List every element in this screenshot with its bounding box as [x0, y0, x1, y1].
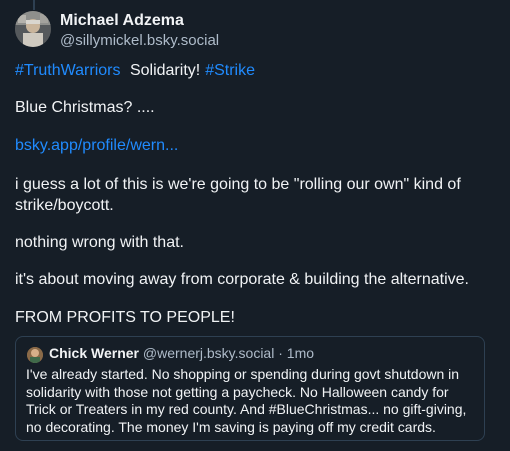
- quoted-separator: ·: [278, 345, 283, 361]
- post-line-moving-away: it's about moving away from corporate & …: [15, 271, 469, 288]
- hashtag-strike[interactable]: #Strike: [205, 62, 255, 79]
- author-avatar[interactable]: [15, 11, 51, 47]
- author-name[interactable]: Michael Adzema: [60, 12, 184, 30]
- post-line-profits: FROM PROFITS TO PEOPLE!: [15, 309, 235, 326]
- quoted-line: no decorating. The money I'm saving is p…: [26, 418, 436, 435]
- quoted-timestamp[interactable]: 1mo: [287, 345, 314, 361]
- post-line-guess: i guess a lot of this is we're going to …: [15, 174, 461, 216]
- quoted-post-header: Chick Werner @wernerj.bsky.social · 1mo: [49, 345, 314, 361]
- post-tag-line: #TruthWarriors Solidarity! #Strike: [15, 60, 260, 81]
- hashtag-truthwarriors[interactable]: #TruthWarriors: [15, 62, 121, 79]
- quoted-line: I've already started. No shopping or spe…: [26, 366, 460, 382]
- author-handle[interactable]: @sillymickel.bsky.social: [60, 32, 219, 49]
- profile-link[interactable]: bsky.app/profile/wern...: [15, 135, 178, 156]
- quoted-post-body: I've already started. No shopping or spe…: [26, 366, 478, 436]
- quoted-author-handle[interactable]: @wernerj.bsky.social: [143, 345, 274, 361]
- post-line-guess-2: strike/boycott.: [15, 197, 114, 214]
- post-line-blue-christmas: Blue Christmas? ....: [15, 99, 155, 116]
- quoted-author-avatar: [27, 347, 43, 363]
- quoted-line: solidarity with those not getting a payc…: [26, 383, 449, 400]
- quoted-post-card[interactable]: Chick Werner @wernerj.bsky.social · 1mo …: [15, 336, 485, 441]
- quoted-line: Trick or Treaters in my red county. And …: [26, 401, 467, 417]
- quoted-author-name[interactable]: Chick Werner: [49, 345, 139, 361]
- post: Michael Adzema @sillymickel.bsky.social …: [0, 0, 510, 451]
- post-line-nothing-wrong: nothing wrong with that.: [15, 234, 184, 251]
- post-line-guess-1: i guess a lot of this is we're going to …: [15, 176, 461, 193]
- solidarity-text: Solidarity!: [129, 62, 201, 79]
